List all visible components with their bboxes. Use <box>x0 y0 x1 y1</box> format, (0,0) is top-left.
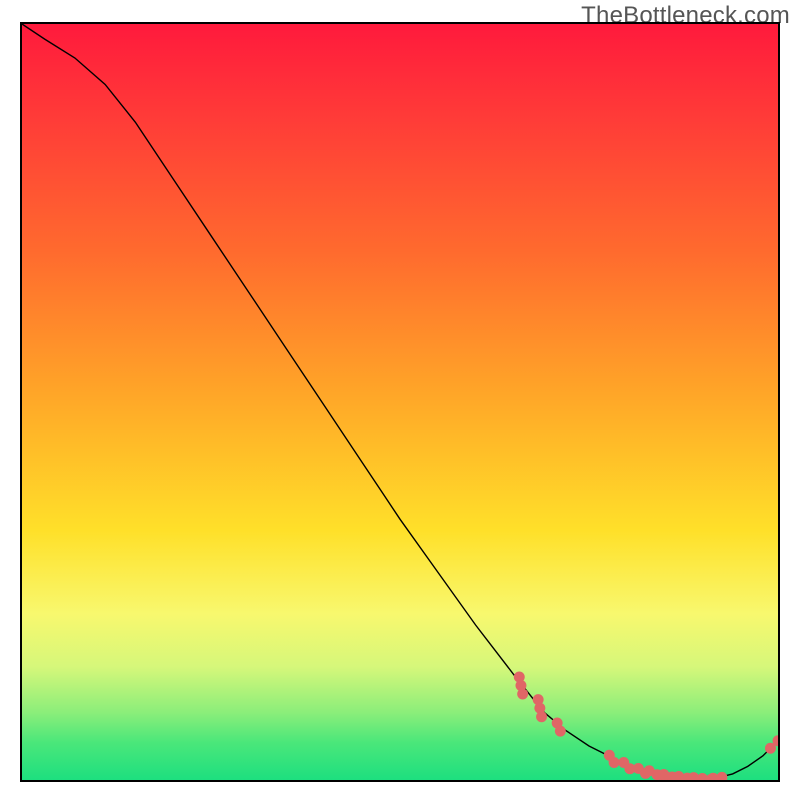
curve-svg <box>22 24 778 780</box>
data-point-marker <box>609 757 620 768</box>
plot-area <box>20 22 780 782</box>
data-point-marker <box>555 726 566 737</box>
data-point-marker <box>716 772 727 780</box>
data-point-marker <box>517 689 528 700</box>
marker-group <box>514 671 778 780</box>
chart-container: TheBottleneck.com <box>0 0 800 800</box>
bottleneck-curve-path <box>22 24 778 779</box>
data-point-marker <box>536 711 547 722</box>
